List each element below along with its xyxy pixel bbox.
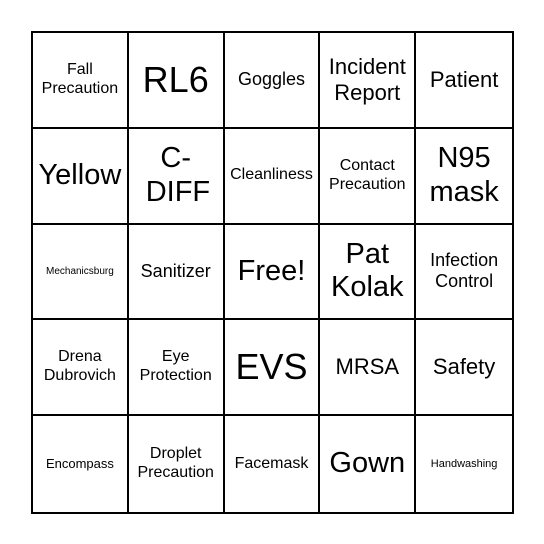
bingo-cell[interactable]: Cleanliness [224, 128, 321, 225]
cell-text: Handwashing [430, 457, 498, 470]
bingo-cell[interactable]: Sanitizer [128, 224, 225, 321]
cell-text: Infection Control [430, 250, 499, 292]
bingo-cell[interactable]: Incident Report [320, 33, 417, 129]
cell-text: C-DIFF [145, 142, 211, 208]
cell-text: Sanitizer [140, 260, 211, 281]
bingo-cell[interactable]: C-DIFF [128, 128, 225, 225]
cell-text: Incident Report [328, 53, 406, 105]
bingo-cell[interactable]: Goggles [224, 33, 321, 129]
bingo-cell[interactable]: Yellow [33, 128, 129, 225]
cell-text: Contact Precaution [329, 156, 406, 193]
cell-text: Goggles [237, 69, 306, 90]
cell-text: Drena Dubrovich [43, 348, 116, 385]
bingo-cell[interactable]: Mechanicsburg [33, 224, 129, 321]
cell-text: RL6 [142, 58, 209, 100]
free-space[interactable]: Free! [224, 224, 321, 321]
bingo-cell[interactable]: Fall Precaution [33, 33, 129, 129]
cell-text: Cleanliness [230, 166, 313, 184]
cell-text: Encompass [45, 456, 114, 472]
cell-text: Patient [429, 66, 499, 92]
bingo-cell[interactable]: Droplet Precaution [129, 416, 225, 512]
bingo-cell[interactable]: Drena Dubrovich [33, 320, 129, 417]
bingo-cell[interactable]: Eye Protection [128, 320, 225, 417]
bingo-cell[interactable]: Gown [320, 416, 417, 512]
bingo-cell[interactable]: Encompass [33, 416, 129, 512]
cell-text: Facemask [234, 454, 309, 472]
bingo-cell[interactable]: Pat Kolak [320, 224, 417, 321]
cell-text: Pat Kolak [331, 238, 404, 304]
cell-text: Safety [432, 354, 496, 380]
bingo-cell[interactable]: Safety [416, 320, 512, 417]
bingo-cell[interactable]: Contact Precaution [320, 128, 417, 225]
bingo-cell[interactable]: Handwashing [416, 416, 512, 512]
cell-text: EVS [235, 346, 308, 388]
cell-text: Fall Precaution [41, 61, 119, 97]
bingo-cell[interactable]: Patient [416, 33, 512, 129]
cell-text: Eye Protection [139, 348, 212, 385]
cell-text: MRSA [335, 354, 400, 380]
bingo-cell[interactable]: MRSA [320, 320, 417, 417]
bingo-card: Fall Precaution RL6 Goggles Incident Rep… [31, 31, 514, 514]
cell-text: Droplet Precaution [137, 445, 214, 482]
bingo-cell[interactable]: Infection Control [416, 225, 512, 321]
cell-text: Gown [329, 447, 406, 480]
cell-text: Free! [237, 254, 306, 287]
bingo-cell[interactable]: EVS [224, 320, 321, 417]
cell-text: Yellow [38, 159, 122, 192]
cell-text: Mechanicsburg [45, 265, 114, 277]
bingo-cell[interactable]: RL6 [128, 33, 225, 129]
cell-text: N95 mask [429, 142, 499, 208]
bingo-cell[interactable]: Facemask [225, 416, 321, 512]
bingo-cell[interactable]: N95 mask [416, 129, 512, 225]
